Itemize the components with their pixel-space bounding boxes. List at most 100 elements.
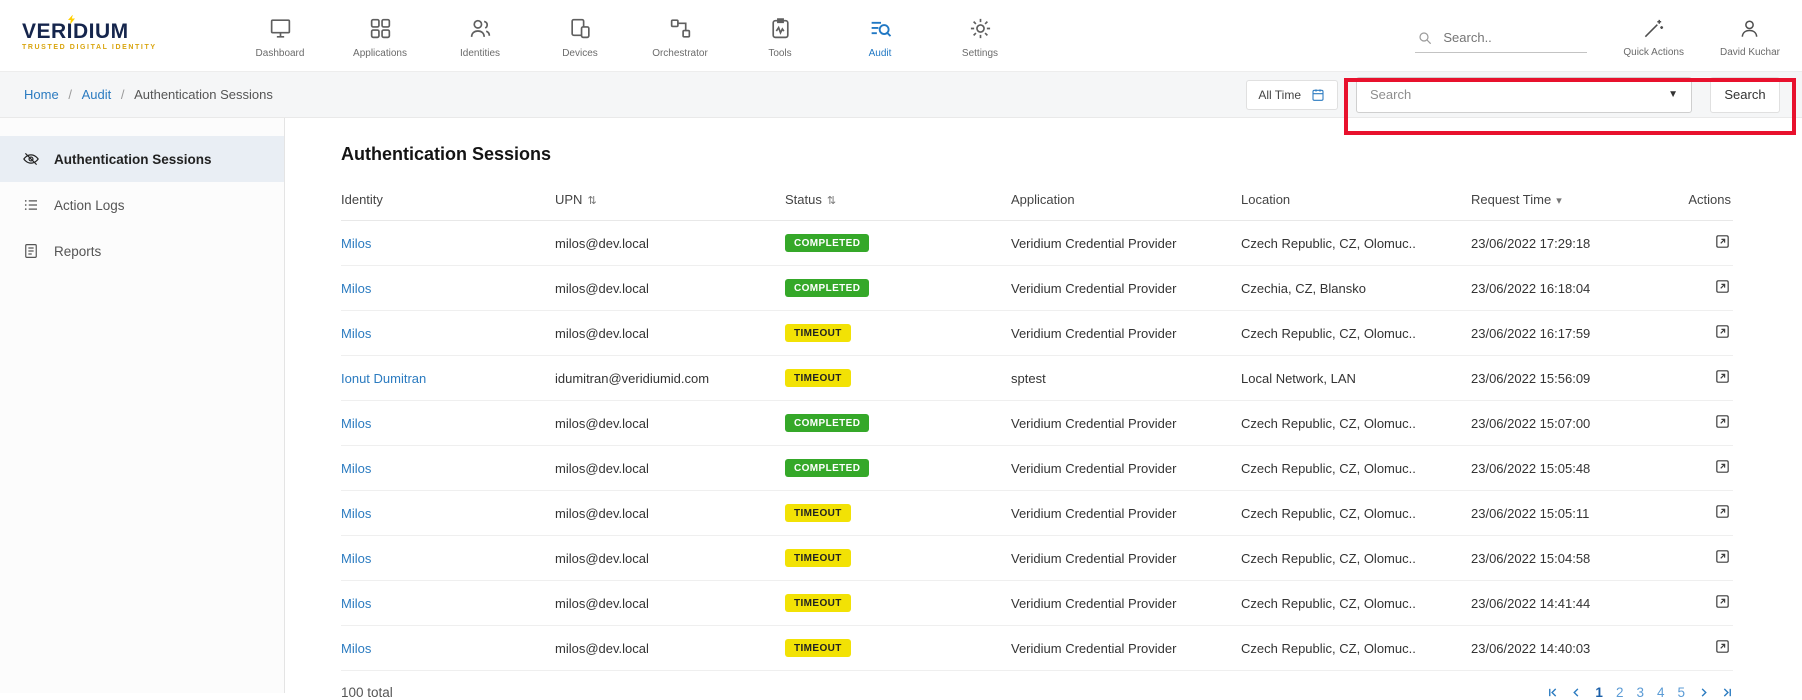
open-session-button[interactable] — [1714, 233, 1731, 250]
sidebar-item-reports[interactable]: Reports — [0, 228, 284, 274]
table-row: Milos milos@dev.local COMPLETED Veridium… — [341, 446, 1733, 491]
audit-icon — [868, 16, 893, 41]
sort-desc-icon[interactable]: ▾ — [1556, 195, 1562, 207]
nav-item-dashboard[interactable]: Dashboard — [230, 12, 330, 59]
location-cell: Czech Republic, CZ, Olomuc.. — [1241, 626, 1471, 671]
search-icon — [1417, 30, 1433, 46]
identity-link[interactable]: Milos — [341, 461, 371, 476]
application-cell: Veridium Credential Provider — [1011, 311, 1241, 356]
logo-tagline: TRUSTED DIGITAL IDENTITY — [22, 44, 192, 51]
breadcrumb-separator: / — [121, 87, 125, 102]
location-cell: Local Network, LAN — [1241, 356, 1471, 401]
upn-cell: milos@dev.local — [555, 401, 785, 446]
location-cell: Czech Republic, CZ, Olomuc.. — [1241, 221, 1471, 266]
table-row: Milos milos@dev.local TIMEOUT Veridium C… — [341, 581, 1733, 626]
open-session-button[interactable] — [1714, 638, 1731, 655]
request-time-cell: 23/06/2022 15:07:00 — [1471, 401, 1671, 446]
location-cell: Czechia, CZ, Blansko — [1241, 266, 1471, 311]
application-cell: Veridium Credential Provider — [1011, 221, 1241, 266]
time-range-button[interactable]: All Time — [1246, 80, 1338, 110]
veridium-logo[interactable]: VERIDIUM TRUSTED DIGITAL IDENTITY — [22, 21, 192, 51]
location-cell: Czech Republic, CZ, Olomuc.. — [1241, 311, 1471, 356]
global-search-input[interactable] — [1441, 29, 1573, 46]
breadcrumb-home-link[interactable]: Home — [24, 87, 59, 102]
open-session-button[interactable] — [1714, 503, 1731, 520]
open-session-button[interactable] — [1714, 548, 1731, 565]
identity-link[interactable]: Milos — [341, 236, 371, 251]
location-cell: Czech Republic, CZ, Olomuc.. — [1241, 401, 1471, 446]
upn-cell: milos@dev.local — [555, 446, 785, 491]
nav-label: Dashboard — [256, 48, 305, 59]
sidebar-item-label: Action Logs — [54, 198, 125, 213]
search-field-dropdown[interactable]: Search ▼ — [1356, 77, 1692, 113]
sort-icon[interactable]: ⇅ — [587, 195, 596, 207]
identity-link[interactable]: Milos — [341, 551, 371, 566]
table-row: Milos milos@dev.local TIMEOUT Veridium C… — [341, 311, 1733, 356]
status-badge: TIMEOUT — [785, 549, 851, 567]
upn-cell: idumitran@veridiumid.com — [555, 356, 785, 401]
identity-link[interactable]: Ionut Dumitran — [341, 371, 426, 386]
breadcrumb-current: Authentication Sessions — [134, 87, 273, 102]
request-time-cell: 23/06/2022 15:04:58 — [1471, 536, 1671, 581]
quick-actions-button[interactable]: Quick Actions — [1623, 13, 1684, 58]
table-row: Milos milos@dev.local TIMEOUT Veridium C… — [341, 626, 1733, 671]
open-session-button[interactable] — [1714, 368, 1731, 385]
request-time-cell: 23/06/2022 14:41:44 — [1471, 581, 1671, 626]
breadcrumb-audit-link[interactable]: Audit — [82, 87, 112, 102]
sessions-table: Identity UPN⇅ Status⇅ Application Locati… — [341, 179, 1733, 671]
nav-item-applications[interactable]: Applications — [330, 12, 430, 59]
nav-item-audit[interactable]: Audit — [830, 12, 930, 59]
column-header-request-time[interactable]: Request Time▾ — [1471, 179, 1671, 221]
identity-link[interactable]: Milos — [341, 641, 371, 656]
nav-item-identities[interactable]: Identities — [430, 12, 530, 59]
request-time-cell: 23/06/2022 16:17:59 — [1471, 311, 1671, 356]
identity-link[interactable]: Milos — [341, 596, 371, 611]
column-header-upn[interactable]: UPN⇅ — [555, 179, 785, 221]
nav-item-devices[interactable]: Devices — [530, 12, 630, 59]
column-header-actions: Actions — [1671, 179, 1733, 221]
nav-item-tools[interactable]: Tools — [730, 12, 830, 59]
application-cell: sptest — [1011, 356, 1241, 401]
user-name: David Kuchar — [1720, 47, 1780, 58]
sort-icon[interactable]: ⇅ — [827, 195, 836, 207]
upn-cell: milos@dev.local — [555, 221, 785, 266]
breadcrumb-separator: / — [68, 87, 72, 102]
status-badge: TIMEOUT — [785, 594, 851, 612]
content-area: Authentication Sessions Action Logs Repo… — [0, 118, 1802, 693]
identity-link[interactable]: Milos — [341, 281, 371, 296]
location-cell: Czech Republic, CZ, Olomuc.. — [1241, 536, 1471, 581]
main-panel: Authentication Sessions Identity UPN⇅ St… — [285, 118, 1802, 693]
status-badge: TIMEOUT — [785, 639, 851, 657]
column-header-status[interactable]: Status⇅ — [785, 179, 1011, 221]
open-session-button[interactable] — [1714, 413, 1731, 430]
status-badge: TIMEOUT — [785, 324, 851, 342]
identity-link[interactable]: Milos — [341, 506, 371, 521]
search-button[interactable]: Search — [1710, 77, 1780, 113]
open-session-button[interactable] — [1714, 323, 1731, 340]
application-cell: Veridium Credential Provider — [1011, 446, 1241, 491]
identity-link[interactable]: Milos — [341, 416, 371, 431]
nav-item-settings[interactable]: Settings — [930, 12, 1030, 59]
application-cell: Veridium Credential Provider — [1011, 626, 1241, 671]
table-row: Milos milos@dev.local COMPLETED Veridium… — [341, 401, 1733, 446]
sidebar-item-label: Authentication Sessions — [54, 152, 212, 167]
open-session-button[interactable] — [1714, 458, 1731, 475]
identity-link[interactable]: Milos — [341, 326, 371, 341]
upn-cell: milos@dev.local — [555, 581, 785, 626]
request-time-cell: 23/06/2022 16:18:04 — [1471, 266, 1671, 311]
status-badge: TIMEOUT — [785, 504, 851, 522]
page-title: Authentication Sessions — [341, 144, 1733, 165]
table-row: Milos milos@dev.local COMPLETED Veridium… — [341, 221, 1733, 266]
nav-item-orchestrator[interactable]: Orchestrator — [630, 12, 730, 59]
sidebar-item-action-logs[interactable]: Action Logs — [0, 182, 284, 228]
open-session-button[interactable] — [1714, 593, 1731, 610]
open-session-button[interactable] — [1714, 278, 1731, 295]
sidebar-item-authentication-sessions[interactable]: Authentication Sessions — [0, 136, 284, 182]
request-time-cell: 23/06/2022 15:05:48 — [1471, 446, 1671, 491]
user-menu[interactable]: David Kuchar — [1720, 13, 1780, 58]
applications-icon — [368, 16, 393, 41]
quick-actions-wand-icon — [1642, 17, 1665, 40]
status-badge: COMPLETED — [785, 414, 869, 432]
global-search[interactable] — [1415, 23, 1587, 53]
location-cell: Czech Republic, CZ, Olomuc.. — [1241, 446, 1471, 491]
